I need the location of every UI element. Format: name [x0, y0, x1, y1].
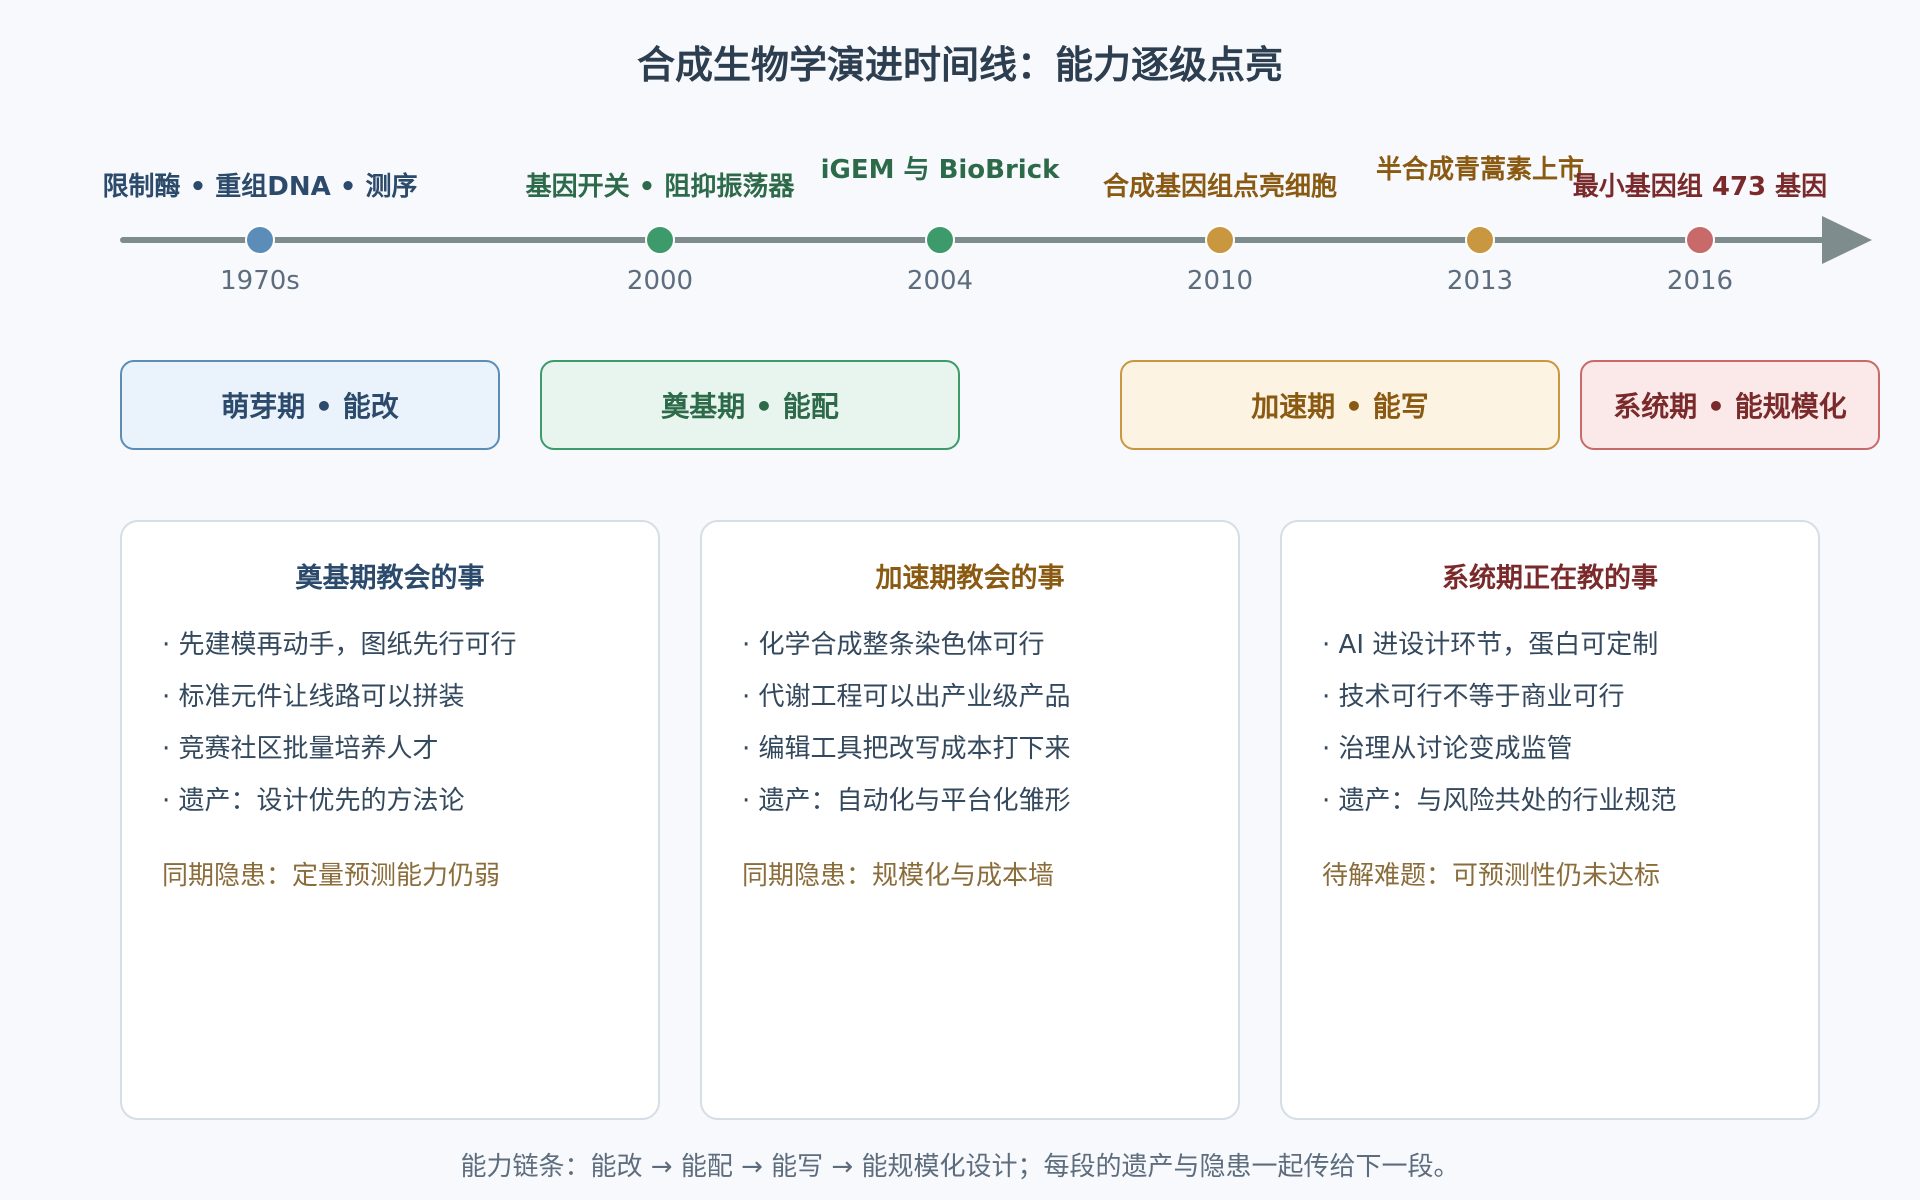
card-title: 奠基期教会的事	[295, 563, 485, 594]
timeline-axis	[120, 237, 1840, 243]
timeline-dot-2000	[645, 225, 675, 255]
era-label: 萌芽期 • 能改	[221, 390, 399, 423]
timeline-dot-1970s	[245, 225, 275, 255]
year-label-2016: 2016	[1666, 266, 1734, 296]
card-title: 加速期教会的事	[875, 563, 1065, 594]
era-label: 奠基期 • 能配	[661, 390, 839, 423]
card-item: · 代谢工程可以出产业级产品	[742, 682, 1071, 712]
card-note: 同期隐患：定量预测能力仍弱	[162, 861, 501, 891]
event-label-2013: 半合成青蒿素上市	[1375, 155, 1585, 185]
timeline-dot-2004	[925, 225, 955, 255]
card-item: · AI 进设计环节，蛋白可定制	[1322, 630, 1659, 660]
card-item: · 竞赛社区批量培养人才	[162, 734, 439, 764]
year-label-1970s: 1970s	[220, 266, 300, 296]
card-item: · 技术可行不等于商业可行	[1322, 682, 1625, 712]
footer-note: 能力链条：能改 → 能配 → 能写 → 能规模化设计；每段的遗产与隐患一起传给下…	[460, 1152, 1460, 1182]
card-title: 系统期正在教的事	[1442, 563, 1658, 594]
year-label-2000: 2000	[626, 266, 694, 296]
event-label-2004: iGEM 与 BioBrick	[820, 155, 1060, 185]
era-label: 加速期 • 能写	[1251, 390, 1429, 423]
era-label: 系统期 • 能规模化	[1613, 390, 1847, 423]
lesson-card-system: 系统期正在教的事 · AI 进设计环节，蛋白可定制 · 技术可行不等于商业可行 …	[1280, 520, 1820, 1120]
lesson-card-acceleration: 加速期教会的事 · 化学合成整条染色体可行 · 代谢工程可以出产业级产品 · 编…	[700, 520, 1240, 1120]
timeline-dot-2016	[1685, 225, 1715, 255]
era-box-foundation: 奠基期 • 能配	[540, 360, 960, 450]
card-note: 同期隐患：规模化与成本墙	[742, 861, 1055, 891]
card-item: · 编辑工具把改写成本打下来	[742, 734, 1071, 764]
event-label-1970s: 限制酶 • 重组DNA • 测序	[102, 172, 418, 202]
card-item: · 遗产：自动化与平台化雏形	[742, 786, 1071, 816]
card-item: · 化学合成整条染色体可行	[742, 630, 1045, 660]
card-item: · 先建模再动手，图纸先行可行	[162, 630, 517, 660]
event-label-2000: 基因开关 • 阻抑振荡器	[525, 172, 795, 202]
card-note: 待解难题：可预测性仍未达标	[1322, 861, 1661, 891]
card-item: · 标准元件让线路可以拼装	[162, 682, 465, 712]
era-box-acceleration: 加速期 • 能写	[1120, 360, 1560, 450]
event-label-2010: 合成基因组点亮细胞	[1102, 172, 1338, 202]
year-label-2010: 2010	[1186, 266, 1254, 296]
era-box-sprouting: 萌芽期 • 能改	[120, 360, 500, 450]
timeline-dot-2010	[1205, 225, 1235, 255]
card-item: · 遗产：设计优先的方法论	[162, 786, 465, 816]
page-title: 合成生物学演进时间线：能力逐级点亮	[636, 43, 1283, 87]
lesson-card-foundation: 奠基期教会的事 · 先建模再动手，图纸先行可行 · 标准元件让线路可以拼装 · …	[120, 520, 660, 1120]
year-label-2004: 2004	[906, 266, 974, 296]
year-label-2013: 2013	[1446, 266, 1514, 296]
timeline-dot-2013	[1465, 225, 1495, 255]
arrow-right-icon	[1822, 216, 1872, 264]
era-box-system: 系统期 • 能规模化	[1580, 360, 1880, 450]
card-item: · 遗产：与风险共处的行业规范	[1322, 786, 1677, 816]
card-item: · 治理从讨论变成监管	[1322, 734, 1573, 764]
event-label-2016: 最小基因组 473 基因	[1572, 172, 1828, 202]
